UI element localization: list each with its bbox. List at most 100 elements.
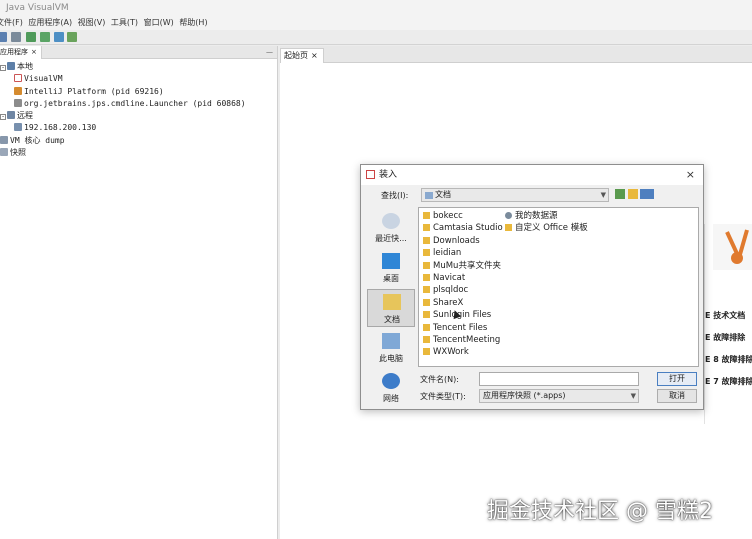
list-item[interactable]: Tencent Files (423, 322, 487, 334)
dialog-titlebar: 装入 × (361, 165, 703, 185)
place-documents[interactable]: 文档 (367, 289, 415, 327)
menu-view[interactable]: 视图(V) (78, 16, 109, 30)
tree-node-core-dump[interactable]: VM 核心 dump (0, 135, 277, 147)
tree-node-remote-host[interactable]: 192.168.200.130 (0, 122, 277, 134)
documents-icon (383, 294, 401, 310)
dialog-title: 装入 (379, 170, 398, 180)
place-recent-items[interactable]: 最近快... (367, 209, 415, 247)
folder-icon (423, 323, 430, 331)
start-page-header: 起始页 × (280, 46, 752, 63)
folder-icon (423, 286, 430, 294)
open-button[interactable]: 打开 (657, 372, 697, 386)
desktop-icon (382, 253, 400, 269)
applications-tree: - 本地 VisualVM IntelliJ Platform (pid 6921… (0, 59, 277, 159)
folder-icon (423, 261, 430, 269)
start-link-troubleshooting-7[interactable]: E 7 故障排除 (705, 376, 752, 387)
chevron-down-icon: ▼ (600, 191, 606, 199)
java-app-icon (14, 86, 22, 95)
load-dialog: 装入 × 查找(I): 文档 ▼ 最近快... 桌面 文档 此电脑 网络 bok… (360, 164, 704, 410)
new-folder-icon[interactable] (628, 189, 638, 199)
list-item[interactable]: plsqldoc (423, 284, 468, 296)
tree-node-local[interactable]: - 本地 (0, 61, 277, 73)
folder-icon (423, 336, 430, 343)
save-icon[interactable] (11, 32, 21, 42)
start-link-troubleshooting-8[interactable]: E 8 故障排除 (705, 354, 752, 365)
visualvm-icon (366, 170, 375, 179)
folder-icon (423, 224, 430, 232)
tree-node-remote[interactable]: - 远程 (0, 110, 277, 122)
list-item[interactable]: bokecc (423, 210, 463, 222)
snapshot-icon[interactable] (67, 32, 77, 42)
folder-icon (423, 348, 430, 356)
filename-input[interactable] (479, 372, 639, 386)
folder-icon (423, 298, 430, 306)
folder-icon (423, 274, 430, 281)
place-this-pc[interactable]: 此电脑 (367, 329, 415, 367)
menu-bar: 文件(F) 应用程序(A) 视图(V) 工具(T) 窗口(W) 帮助(H) (0, 16, 752, 30)
collapse-icon[interactable]: - (0, 114, 6, 121)
view-menu-icon[interactable] (640, 189, 654, 199)
folder-icon (423, 212, 430, 219)
tab-start-page[interactable]: 起始页 × (280, 48, 324, 63)
list-item[interactable]: 自定义 Office 模板 (505, 222, 588, 234)
load-icon[interactable] (0, 32, 7, 42)
snapshot-icon (0, 148, 8, 157)
close-icon[interactable]: × (31, 48, 37, 56)
filetype-select[interactable]: 应用程序快照 (*.apps) ▼ (479, 389, 639, 403)
place-network[interactable]: 网络 (367, 369, 415, 407)
add-remote-host-icon[interactable] (40, 32, 50, 42)
up-folder-icon[interactable] (615, 189, 625, 199)
tree-node-intellij[interactable]: IntelliJ Platform (pid 69216) (0, 86, 277, 98)
computer-icon (7, 62, 15, 70)
java-app-icon (14, 98, 22, 107)
list-item[interactable]: leidian (423, 247, 461, 259)
host-icon (14, 123, 22, 132)
computer-icon (382, 333, 400, 349)
tree-node-visualvm[interactable]: VisualVM (0, 73, 277, 85)
menu-file[interactable]: 文件(F) (0, 16, 26, 30)
look-in-row: 查找(I): 文档 ▼ (361, 187, 705, 203)
network-icon (382, 373, 400, 389)
applications-panel: 应用程序 × — - 本地 VisualVM IntelliJ Platform (… (0, 46, 278, 539)
list-item[interactable]: Camtasia Studio (423, 222, 503, 234)
look-in-select[interactable]: 文档 ▼ (421, 188, 609, 202)
collapse-icon[interactable]: - (0, 65, 6, 71)
start-page-links: E 技术文档 E 故障排除 E 8 故障排除 E 7 故障排除 (704, 224, 752, 424)
minimize-icon[interactable]: — (266, 46, 273, 59)
window-title: Java VisualVM (0, 0, 752, 16)
list-item[interactable]: MuMu共享文件夹 (423, 260, 501, 272)
filetype-label: 文件类型(T): (420, 392, 466, 401)
place-desktop[interactable]: 桌面 (367, 249, 415, 287)
list-item[interactable]: TencentMeeting (423, 334, 500, 346)
close-icon[interactable]: × (311, 51, 318, 60)
tree-node-snapshots[interactable]: 快照 (0, 147, 277, 159)
core-dump-icon (0, 135, 8, 144)
data-source-icon (505, 212, 512, 219)
folder-icon (423, 311, 430, 319)
list-item[interactable]: Downloads (423, 235, 480, 247)
list-item[interactable]: 我的数据源 (505, 210, 558, 222)
folder-icon (423, 236, 430, 244)
cancel-button[interactable]: 取消 (657, 389, 697, 403)
look-in-label: 查找(I): (381, 191, 409, 200)
add-jmx-icon[interactable] (26, 32, 36, 42)
start-link-troubleshooting[interactable]: E 故障排除 (705, 332, 752, 343)
list-item[interactable]: ShareX (423, 297, 463, 309)
applications-panel-header: 应用程序 × — (0, 46, 277, 59)
start-link-tech-docs[interactable]: E 技术文档 (705, 310, 752, 321)
heap-dump-icon[interactable] (54, 32, 64, 42)
menu-window[interactable]: 窗口(W) (144, 16, 177, 30)
menu-tools[interactable]: 工具(T) (111, 16, 141, 30)
places-bar: 最近快... 桌面 文档 此电脑 网络 (367, 209, 415, 403)
watermark: 掘金技术社区 @ 雪糕2 (487, 499, 713, 524)
tree-node-jps-launcher[interactable]: org.jetbrains.jps.cmdline.Launcher (pid … (0, 98, 277, 110)
folder-icon (423, 249, 430, 257)
folder-icon (505, 224, 512, 232)
menu-applications[interactable]: 应用程序(A) (28, 16, 75, 30)
filename-label: 文件名(N): (420, 375, 459, 384)
dialog-close-button[interactable]: × (686, 165, 695, 185)
menu-help[interactable]: 帮助(H) (179, 16, 210, 30)
tab-applications[interactable]: 应用程序 × (0, 46, 42, 59)
list-item[interactable]: Navicat (423, 272, 465, 284)
list-item[interactable]: WXWork (423, 346, 469, 358)
